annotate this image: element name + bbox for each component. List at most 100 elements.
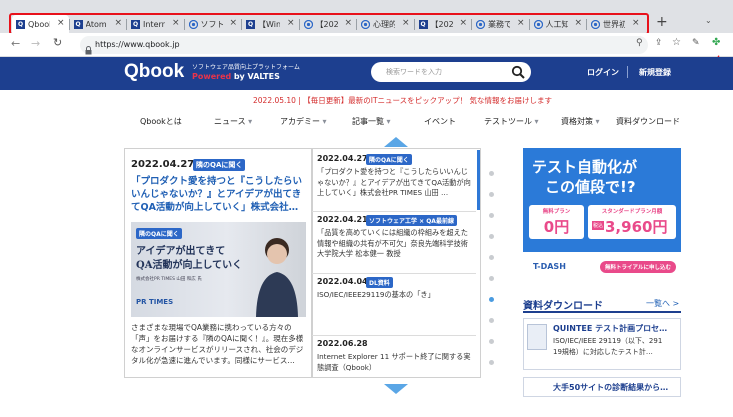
tab-close-icon[interactable]: ×	[517, 18, 525, 28]
feature-image[interactable]: 隣のQAに聞く アイデアが出てきて QA活動が向上していく 株式会社PR TIM…	[131, 222, 306, 317]
pager-dot[interactable]	[489, 360, 494, 365]
nav-item[interactable]: 記事一覧 ▾	[352, 116, 391, 127]
site-search-input[interactable]: 検索ワードを入力	[386, 67, 442, 77]
download-title: QUINTEE テスト計画プロセ…	[553, 324, 668, 333]
nav-item[interactable]: ニュース ▾	[214, 116, 252, 127]
tab-close-icon[interactable]: ×	[229, 18, 237, 28]
nav-item[interactable]: 資料ダウンロード	[616, 116, 680, 127]
download-title: 大手50サイトの診断結果から…	[553, 383, 669, 392]
search-icon[interactable]	[511, 64, 525, 79]
pager-dot[interactable]	[489, 339, 494, 344]
list-item-text: 「品質を高めていくには組織の枠組みを超えた情報や組織の共有が不可欠」奈良先端科学…	[317, 228, 468, 258]
browser-tab[interactable]: Q Atom ×	[70, 15, 127, 33]
tab-title: 【2022	[430, 19, 453, 29]
download-sub-2: 19規格）に対応したテスト計…	[553, 348, 653, 356]
caret-down-icon: ▾	[245, 117, 253, 126]
login-link[interactable]: ログイン	[587, 67, 619, 78]
forward-icon[interactable]: →	[31, 37, 40, 50]
carousel-up-arrow[interactable]	[384, 137, 408, 147]
puzzle-extension-icon[interactable]: ✤	[712, 37, 720, 48]
tab-title: 業務で	[488, 19, 510, 29]
browser-tab[interactable]: 【2022 ×	[300, 15, 357, 33]
bookmark-star-icon[interactable]: ☆	[672, 37, 681, 48]
tab-close-icon[interactable]: ×	[57, 18, 65, 28]
tab-separator	[413, 19, 415, 30]
tab-separator	[586, 19, 587, 30]
nav-item[interactable]: Qbookとは	[140, 116, 182, 127]
nav-item-label: 資料ダウンロード	[616, 117, 680, 126]
browser-tab[interactable]: QQbook ×	[12, 15, 69, 33]
lock-icon	[85, 40, 92, 55]
browser-tab[interactable]: Q【2022 ×	[415, 15, 472, 33]
ad-plan-standard: スタンダードプラン月額 税込 3,960円	[588, 205, 676, 239]
tab-close-icon[interactable]: ×	[344, 18, 352, 28]
tab-title: 人工知	[545, 19, 568, 29]
browser-tab[interactable]: 心理的 ×	[357, 15, 414, 33]
tab-close-icon[interactable]: ×	[459, 18, 467, 28]
ad-plan-standard-price: 3,960円	[605, 218, 668, 236]
image-headline-1: アイデアが出てきて	[136, 246, 226, 257]
downloads-more-link[interactable]: 一覧へ >	[646, 298, 679, 309]
feature-title[interactable]: 「プロダクト愛を持つと『こうしたらいいんじゃないか？』とアイデアが出てきてQA活…	[131, 175, 307, 214]
list-item-text: ISO/IEC/IEEE29119の基本の「き」	[317, 290, 435, 299]
extension-icon[interactable]: ✎	[692, 38, 700, 48]
nav-item[interactable]: イベント	[424, 116, 456, 127]
tab-close-icon[interactable]: ×	[402, 18, 410, 28]
site-logo[interactable]: Qbook	[124, 61, 184, 83]
tab-close-icon[interactable]: ×	[114, 18, 122, 28]
pager-dot[interactable]	[489, 234, 494, 239]
nav-item[interactable]: 資格対策 ▾	[561, 116, 600, 127]
nav-item[interactable]: テストツール ▾	[484, 116, 539, 127]
notice-text[interactable]: 2022.05.10 | 【毎日更新】最新のITニュースをピックアップ！ 気な情…	[253, 95, 552, 106]
new-tab-button[interactable]: +	[656, 14, 668, 30]
share-icon[interactable]: ⇪	[655, 38, 663, 48]
tab-title: Intern	[143, 19, 165, 29]
carousel-down-arrow[interactable]	[384, 384, 408, 394]
tab-search-icon[interactable]: ⌄	[705, 16, 712, 25]
nav-item-label: 記事一覧	[352, 117, 384, 126]
pager-dot[interactable]	[489, 297, 494, 302]
image-caption: 株式会社PR TIMES 山田 和広 氏	[136, 277, 202, 282]
back-icon[interactable]: ←	[11, 37, 20, 50]
tab-separator	[241, 19, 242, 30]
pager-dot[interactable]	[489, 255, 494, 260]
browser-tab[interactable]: 業務で ×	[472, 15, 529, 33]
tab-separator	[126, 19, 127, 30]
tab-separator	[528, 19, 530, 30]
tagline: ソフトウェア品質向上プラットフォーム	[192, 64, 300, 71]
browser-tab[interactable]: 世界初 ×	[587, 15, 644, 33]
browser-tab[interactable]: ソフトウ ×	[185, 15, 242, 33]
pager-dot[interactable]	[489, 192, 494, 197]
pager-dot[interactable]	[489, 318, 494, 323]
ad-cta-button[interactable]: 無料トライアルに申し込む	[600, 261, 676, 273]
target-favicon-icon	[476, 19, 485, 29]
browser-tab[interactable]: 人工知 ×	[530, 15, 587, 33]
feature-date: 2022.04.27	[131, 159, 195, 170]
tab-close-icon[interactable]: ×	[172, 18, 180, 28]
ad-plan-free-label: 無料プラン	[542, 209, 571, 215]
list-divider	[312, 211, 476, 212]
qbook-favicon-icon: Q	[16, 19, 25, 29]
list-divider	[312, 335, 476, 336]
tab-title: Qbook	[28, 19, 50, 29]
browser-tab[interactable]: Q Intern ×	[127, 15, 184, 33]
register-link[interactable]: 新規登録	[639, 67, 671, 78]
caret-down-icon: ▾	[532, 117, 539, 126]
qbook-favicon-icon: Q	[246, 19, 255, 29]
pager-dot[interactable]	[489, 276, 494, 281]
ad-headline-2: この値段で!?	[545, 178, 636, 196]
nav-item[interactable]: アカデミー ▾	[280, 116, 327, 127]
browser-tab[interactable]: Q【Wind ×	[242, 15, 299, 33]
nav-item-label: イベント	[424, 117, 456, 126]
pager-dot[interactable]	[489, 171, 494, 176]
tab-separator	[183, 19, 185, 30]
list-item-badge: 隣のQAに聞く	[366, 154, 412, 165]
tab-close-icon[interactable]: ×	[632, 18, 640, 28]
tab-close-icon[interactable]: ×	[287, 18, 295, 28]
tab-separator	[356, 19, 357, 30]
target-favicon-icon	[303, 19, 313, 29]
tab-close-icon[interactable]: ×	[574, 18, 582, 28]
zoom-icon[interactable]: ⚲	[636, 38, 643, 48]
reload-icon[interactable]: ↻	[53, 36, 62, 49]
pager-dot[interactable]	[489, 213, 494, 218]
